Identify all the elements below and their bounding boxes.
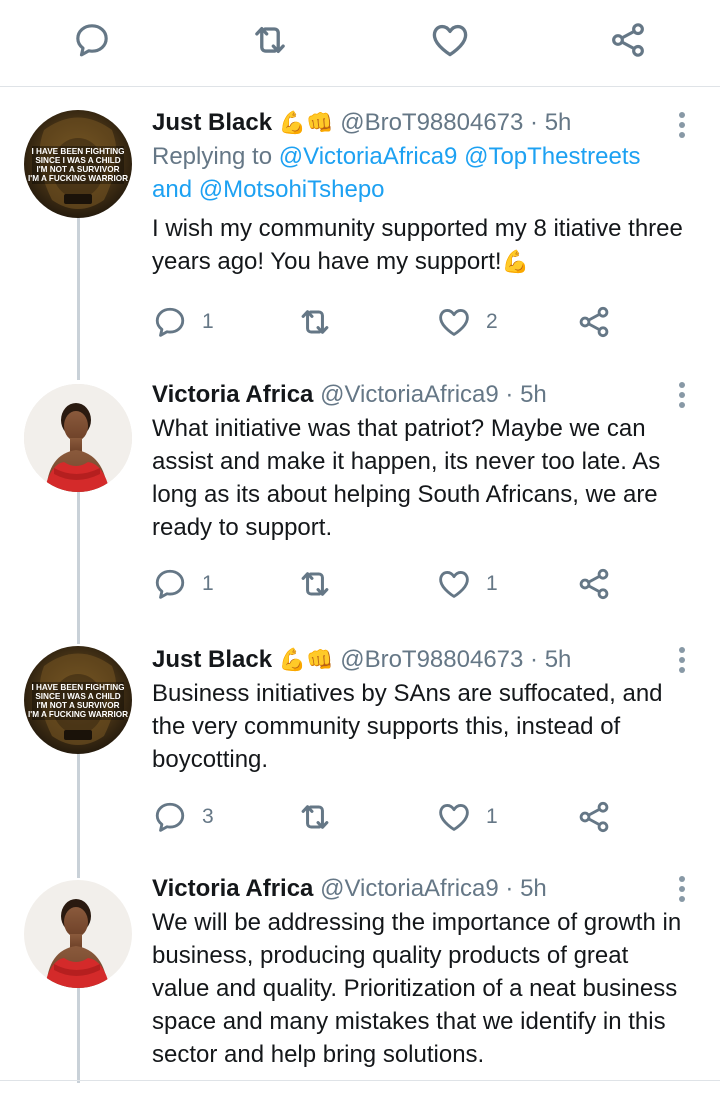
tweet-header: Victoria Africa @VictoriaAfrica9 · 5h bbox=[152, 874, 692, 904]
avatar[interactable] bbox=[24, 880, 132, 988]
reply-count: 1 bbox=[202, 310, 214, 333]
tweet-header: Just Black 💪👊 @BroT98804673 · 5h bbox=[152, 645, 692, 675]
avatar[interactable]: I HAVE BEEN FIGHTING SINCE I WAS A CHILD… bbox=[24, 110, 132, 218]
like-icon bbox=[436, 304, 472, 340]
handle[interactable]: @VictoriaAfrica9 bbox=[320, 381, 499, 408]
display-name[interactable]: Victoria Africa bbox=[152, 381, 313, 408]
share-icon bbox=[576, 566, 612, 602]
tweet-text: We will be addressing the importance of … bbox=[152, 909, 682, 1068]
share-icon bbox=[576, 799, 612, 835]
more-options-icon[interactable] bbox=[674, 110, 690, 140]
svg-text:I HAVE BEEN FIGHTING: I HAVE BEEN FIGHTING bbox=[31, 147, 124, 156]
like-icon bbox=[436, 799, 472, 835]
mention-link[interactable]: @VictoriaAfrica9 bbox=[279, 143, 458, 170]
thread-line bbox=[77, 216, 80, 380]
reply-icon bbox=[152, 304, 188, 340]
like-button[interactable]: 1 bbox=[436, 564, 498, 604]
avatar[interactable] bbox=[24, 384, 132, 492]
svg-text:I'M NOT A SURVIVOR: I'M NOT A SURVIVOR bbox=[36, 701, 119, 710]
avatar[interactable]: I HAVE BEEN FIGHTING SINCE I WAS A CHILD… bbox=[24, 646, 132, 754]
replying-to: Replying to @VictoriaAfrica9 @TopThestre… bbox=[152, 143, 641, 203]
mention-link[interactable]: @MotsohiTshepo bbox=[199, 176, 385, 203]
reply-icon[interactable] bbox=[70, 18, 114, 62]
tweet-header: Just Black 💪👊 @BroT98804673 · 5h bbox=[152, 108, 692, 138]
timestamp: · 5h bbox=[530, 109, 572, 136]
svg-text:I'M A FUCKING WARRIOR: I'M A FUCKING WARRIOR bbox=[28, 174, 128, 183]
tweet-text: Business initiatives by SAns are suffoca… bbox=[152, 680, 663, 773]
like-count: 2 bbox=[486, 310, 498, 333]
like-button[interactable]: 1 bbox=[436, 797, 498, 837]
display-name[interactable]: Just Black bbox=[152, 109, 272, 136]
svg-text:SINCE I WAS A CHILD: SINCE I WAS A CHILD bbox=[35, 692, 120, 701]
name-emoji: 💪👊 bbox=[278, 110, 334, 135]
timestamp: · 5h bbox=[505, 381, 547, 408]
like-icon bbox=[436, 566, 472, 602]
more-options-icon[interactable] bbox=[674, 874, 690, 904]
reply-button[interactable]: 3 bbox=[152, 797, 214, 837]
retweet-button[interactable] bbox=[296, 797, 334, 837]
svg-text:I'M NOT A SURVIVOR: I'M NOT A SURVIVOR bbox=[36, 165, 119, 174]
retweet-icon bbox=[296, 303, 334, 341]
timestamp: · 5h bbox=[530, 646, 572, 673]
timestamp: · 5h bbox=[505, 875, 547, 902]
handle[interactable]: @BroT98804673 bbox=[340, 109, 523, 136]
more-options-icon[interactable] bbox=[674, 645, 690, 675]
divider bbox=[0, 86, 720, 87]
top-action-bar bbox=[0, 0, 720, 86]
retweet-icon bbox=[296, 565, 334, 603]
svg-text:I'M A FUCKING WARRIOR: I'M A FUCKING WARRIOR bbox=[28, 710, 128, 719]
svg-text:SINCE I WAS A CHILD: SINCE I WAS A CHILD bbox=[35, 156, 120, 165]
display-name[interactable]: Just Black bbox=[152, 646, 272, 673]
handle[interactable]: @BroT98804673 bbox=[340, 646, 523, 673]
like-count: 1 bbox=[486, 572, 498, 595]
like-count: 1 bbox=[486, 805, 498, 828]
more-options-icon[interactable] bbox=[674, 380, 690, 410]
tweet-actions: 3 1 bbox=[152, 797, 632, 837]
share-icon bbox=[576, 304, 612, 340]
handle[interactable]: @VictoriaAfrica9 bbox=[320, 875, 499, 902]
reply-count: 3 bbox=[202, 805, 214, 828]
display-name[interactable]: Victoria Africa bbox=[152, 875, 313, 902]
mention-link[interactable]: @TopThestreets bbox=[464, 143, 640, 170]
retweet-button[interactable] bbox=[296, 564, 334, 604]
tweet-actions: 1 1 bbox=[152, 564, 632, 604]
retweet-icon[interactable] bbox=[248, 18, 292, 62]
name-emoji: 💪👊 bbox=[278, 647, 334, 672]
retweet-icon bbox=[296, 798, 334, 836]
divider bbox=[0, 1080, 720, 1081]
share-button[interactable] bbox=[576, 302, 612, 342]
tweet-header: Victoria Africa @VictoriaAfrica9 · 5h bbox=[152, 380, 692, 410]
retweet-button[interactable] bbox=[296, 302, 334, 342]
tweet-text: What initiative was that patriot? Maybe … bbox=[152, 415, 661, 541]
share-button[interactable] bbox=[576, 564, 612, 604]
thread-line bbox=[77, 988, 80, 1083]
like-button[interactable]: 2 bbox=[436, 302, 498, 342]
share-button[interactable] bbox=[576, 797, 612, 837]
reply-button[interactable]: 1 bbox=[152, 302, 214, 342]
reply-button[interactable]: 1 bbox=[152, 564, 214, 604]
tweet-text: I wish my community supported my 8 itiat… bbox=[152, 215, 683, 275]
tweet-actions: 1 2 bbox=[152, 302, 632, 342]
reply-count: 1 bbox=[202, 572, 214, 595]
share-icon[interactable] bbox=[606, 18, 650, 62]
thread-line bbox=[77, 754, 80, 878]
reply-icon bbox=[152, 566, 188, 602]
like-icon[interactable] bbox=[428, 18, 472, 62]
thread-line bbox=[77, 490, 80, 644]
svg-text:I HAVE BEEN FIGHTING: I HAVE BEEN FIGHTING bbox=[31, 683, 124, 692]
reply-icon bbox=[152, 799, 188, 835]
